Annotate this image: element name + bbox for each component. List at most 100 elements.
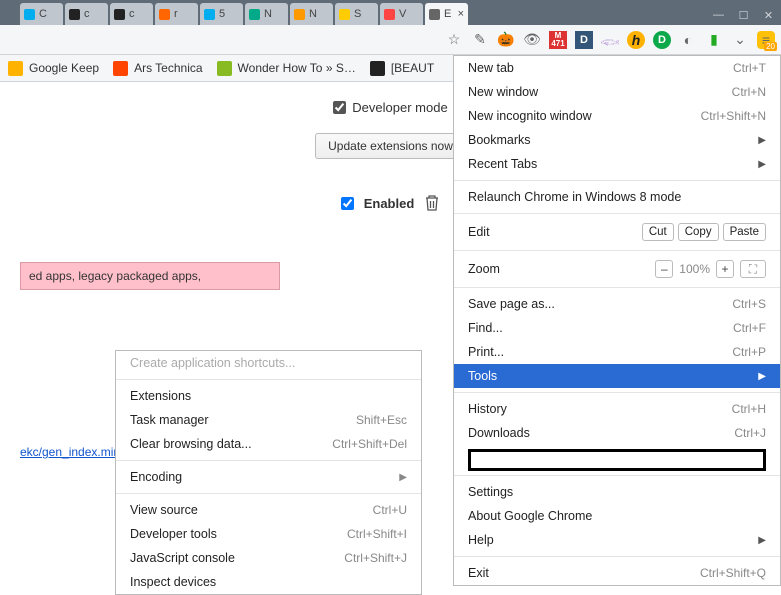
- browser-tab[interactable]: C: [20, 3, 63, 25]
- submenu-arrow-icon: ▶: [758, 371, 766, 382]
- menu-separator: [116, 460, 421, 461]
- submenu-item[interactable]: Developer toolsCtrl+Shift+I: [116, 522, 421, 546]
- extension-pocket-icon[interactable]: ⌄: [731, 31, 749, 49]
- chrome-menu-button[interactable]: ≡20: [757, 31, 775, 49]
- menu-item[interactable]: Relaunch Chrome in Windows 8 mode: [454, 185, 780, 209]
- menu-item-label: Help: [468, 533, 494, 547]
- extension-d-icon[interactable]: D: [575, 31, 593, 49]
- browser-tab[interactable]: c: [65, 3, 108, 25]
- bookmark-label: Wonder How To » S…: [238, 61, 356, 75]
- submenu-item-label: Task manager: [130, 413, 209, 427]
- bookmark-item[interactable]: Ars Technica: [113, 61, 202, 76]
- extension-disconnect-icon[interactable]: D: [653, 31, 671, 49]
- extension-green-icon[interactable]: ▮: [705, 31, 723, 49]
- tab-label: N: [264, 8, 272, 20]
- enabled-checkbox[interactable]: [341, 197, 354, 210]
- menu-item[interactable]: EditCutCopyPaste: [454, 218, 780, 246]
- enabled-label: Enabled: [364, 196, 415, 211]
- menu-item-label: Bookmarks: [468, 133, 531, 147]
- bookmark-label: Google Keep: [29, 61, 99, 75]
- source-link[interactable]: ekc/gen_index.min.h: [20, 445, 130, 459]
- warning-banner: ed apps, legacy packaged apps,: [20, 262, 280, 290]
- menu-item[interactable]: Print...Ctrl+P: [454, 340, 780, 364]
- browser-tab[interactable]: S: [335, 3, 378, 25]
- bookmark-item[interactable]: [BEAUT: [370, 61, 434, 76]
- extension-pencil-icon[interactable]: ✎: [471, 31, 489, 49]
- cut-button[interactable]: Cut: [642, 223, 674, 241]
- update-extensions-button[interactable]: Update extensions now: [315, 133, 466, 159]
- menu-item[interactable]: DownloadsCtrl+J: [454, 421, 780, 445]
- submenu-item[interactable]: JavaScript consoleCtrl+Shift+J: [116, 546, 421, 570]
- browser-tab[interactable]: c: [110, 3, 153, 25]
- extension-feather-icon[interactable]: 𓆟: [601, 31, 619, 49]
- bookmark-star-icon[interactable]: ☆: [445, 31, 463, 49]
- extension-gmail-icon[interactable]: M471: [549, 31, 567, 49]
- window-close-button[interactable]: ✕: [756, 5, 781, 25]
- menu-item[interactable]: About Google Chrome: [454, 504, 780, 528]
- menu-item[interactable]: New incognito windowCtrl+Shift+N: [454, 104, 780, 128]
- menu-separator: [454, 213, 780, 214]
- bookmark-favicon-icon: [370, 61, 385, 76]
- submenu-item-label: Inspect devices: [130, 575, 216, 589]
- developer-mode-checkbox[interactable]: [333, 101, 346, 114]
- menu-shortcut: Ctrl+H: [732, 402, 766, 416]
- menu-item[interactable]: Find...Ctrl+F: [454, 316, 780, 340]
- menu-item-label: New tab: [468, 61, 514, 75]
- menu-item[interactable]: Zoom–100%+⛶: [454, 255, 780, 283]
- paste-button[interactable]: Paste: [723, 223, 766, 241]
- menu-item-label: History: [468, 402, 507, 416]
- zoom-controls: –100%+⛶: [655, 260, 766, 278]
- menu-item[interactable]: Settings: [454, 480, 780, 504]
- submenu-item[interactable]: Clear browsing data...Ctrl+Shift+Del: [116, 432, 421, 456]
- menu-separator: [454, 556, 780, 557]
- zoom-in-button[interactable]: +: [716, 260, 734, 278]
- menu-separator: [116, 379, 421, 380]
- window-minimize-button[interactable]: —: [706, 5, 731, 25]
- window-system-buttons: — ☐ ✕: [706, 5, 781, 25]
- fullscreen-button[interactable]: ⛶: [740, 260, 766, 278]
- menu-item[interactable]: Recent Tabs▶: [454, 152, 780, 176]
- menu-item[interactable]: New tabCtrl+T: [454, 56, 780, 80]
- browser-tab[interactable]: E×: [425, 3, 468, 25]
- trash-icon[interactable]: [424, 194, 440, 212]
- window-maximize-button[interactable]: ☐: [731, 5, 756, 25]
- browser-tab[interactable]: 5: [200, 3, 243, 25]
- menu-item[interactable]: History Ctrl+H: [454, 397, 780, 421]
- menu-item-redacted[interactable]: [468, 449, 766, 471]
- menu-item[interactable]: Bookmarks▶: [454, 128, 780, 152]
- tab-close-icon[interactable]: ×: [458, 8, 464, 20]
- submenu-item[interactable]: Encoding▶: [116, 465, 421, 489]
- favicon-icon: [384, 9, 395, 20]
- menu-item[interactable]: Tools▶: [454, 364, 780, 388]
- browser-tab[interactable]: r: [155, 3, 198, 25]
- extension-grey-icon[interactable]: ◐: [679, 31, 697, 49]
- extension-hola-icon[interactable]: h: [627, 31, 645, 49]
- submenu-item[interactable]: Task managerShift+Esc: [116, 408, 421, 432]
- browser-tab[interactable]: N: [245, 3, 288, 25]
- favicon-icon: [249, 9, 260, 20]
- browser-tab[interactable]: V: [380, 3, 423, 25]
- menu-item[interactable]: Save page as...Ctrl+S: [454, 292, 780, 316]
- browser-toolbar: ☆ ✎ 🎃 👁 M471 D 𓆟 h D ◐ ▮ ⌄ ≡20: [0, 25, 781, 55]
- menu-item[interactable]: ExitCtrl+Shift+Q: [454, 561, 780, 585]
- extension-pumpkin-icon[interactable]: 🎃: [497, 31, 515, 49]
- submenu-item-label: View source: [130, 503, 198, 517]
- zoom-out-button[interactable]: –: [655, 260, 673, 278]
- tab-label: c: [84, 8, 90, 20]
- browser-tab[interactable]: N: [290, 3, 333, 25]
- bookmark-item[interactable]: Wonder How To » S…: [217, 61, 356, 76]
- menu-item[interactable]: Help▶: [454, 528, 780, 552]
- bookmark-item[interactable]: Google Keep: [8, 61, 99, 76]
- copy-button[interactable]: Copy: [678, 223, 719, 241]
- submenu-item[interactable]: Inspect devices: [116, 570, 421, 594]
- menu-item[interactable]: New windowCtrl+N: [454, 80, 780, 104]
- submenu-item[interactable]: Extensions: [116, 384, 421, 408]
- submenu-item[interactable]: View sourceCtrl+U: [116, 498, 421, 522]
- menu-separator: [454, 180, 780, 181]
- browser-tab-strip: Cccr5NNSVE× — ☐ ✕: [0, 0, 781, 25]
- extension-eye-icon[interactable]: 👁: [523, 31, 541, 49]
- developer-mode-label: Developer mode: [352, 100, 447, 115]
- menu-separator: [454, 287, 780, 288]
- favicon-icon: [114, 9, 125, 20]
- chrome-main-menu: New tabCtrl+TNew windowCtrl+NNew incogni…: [453, 55, 781, 586]
